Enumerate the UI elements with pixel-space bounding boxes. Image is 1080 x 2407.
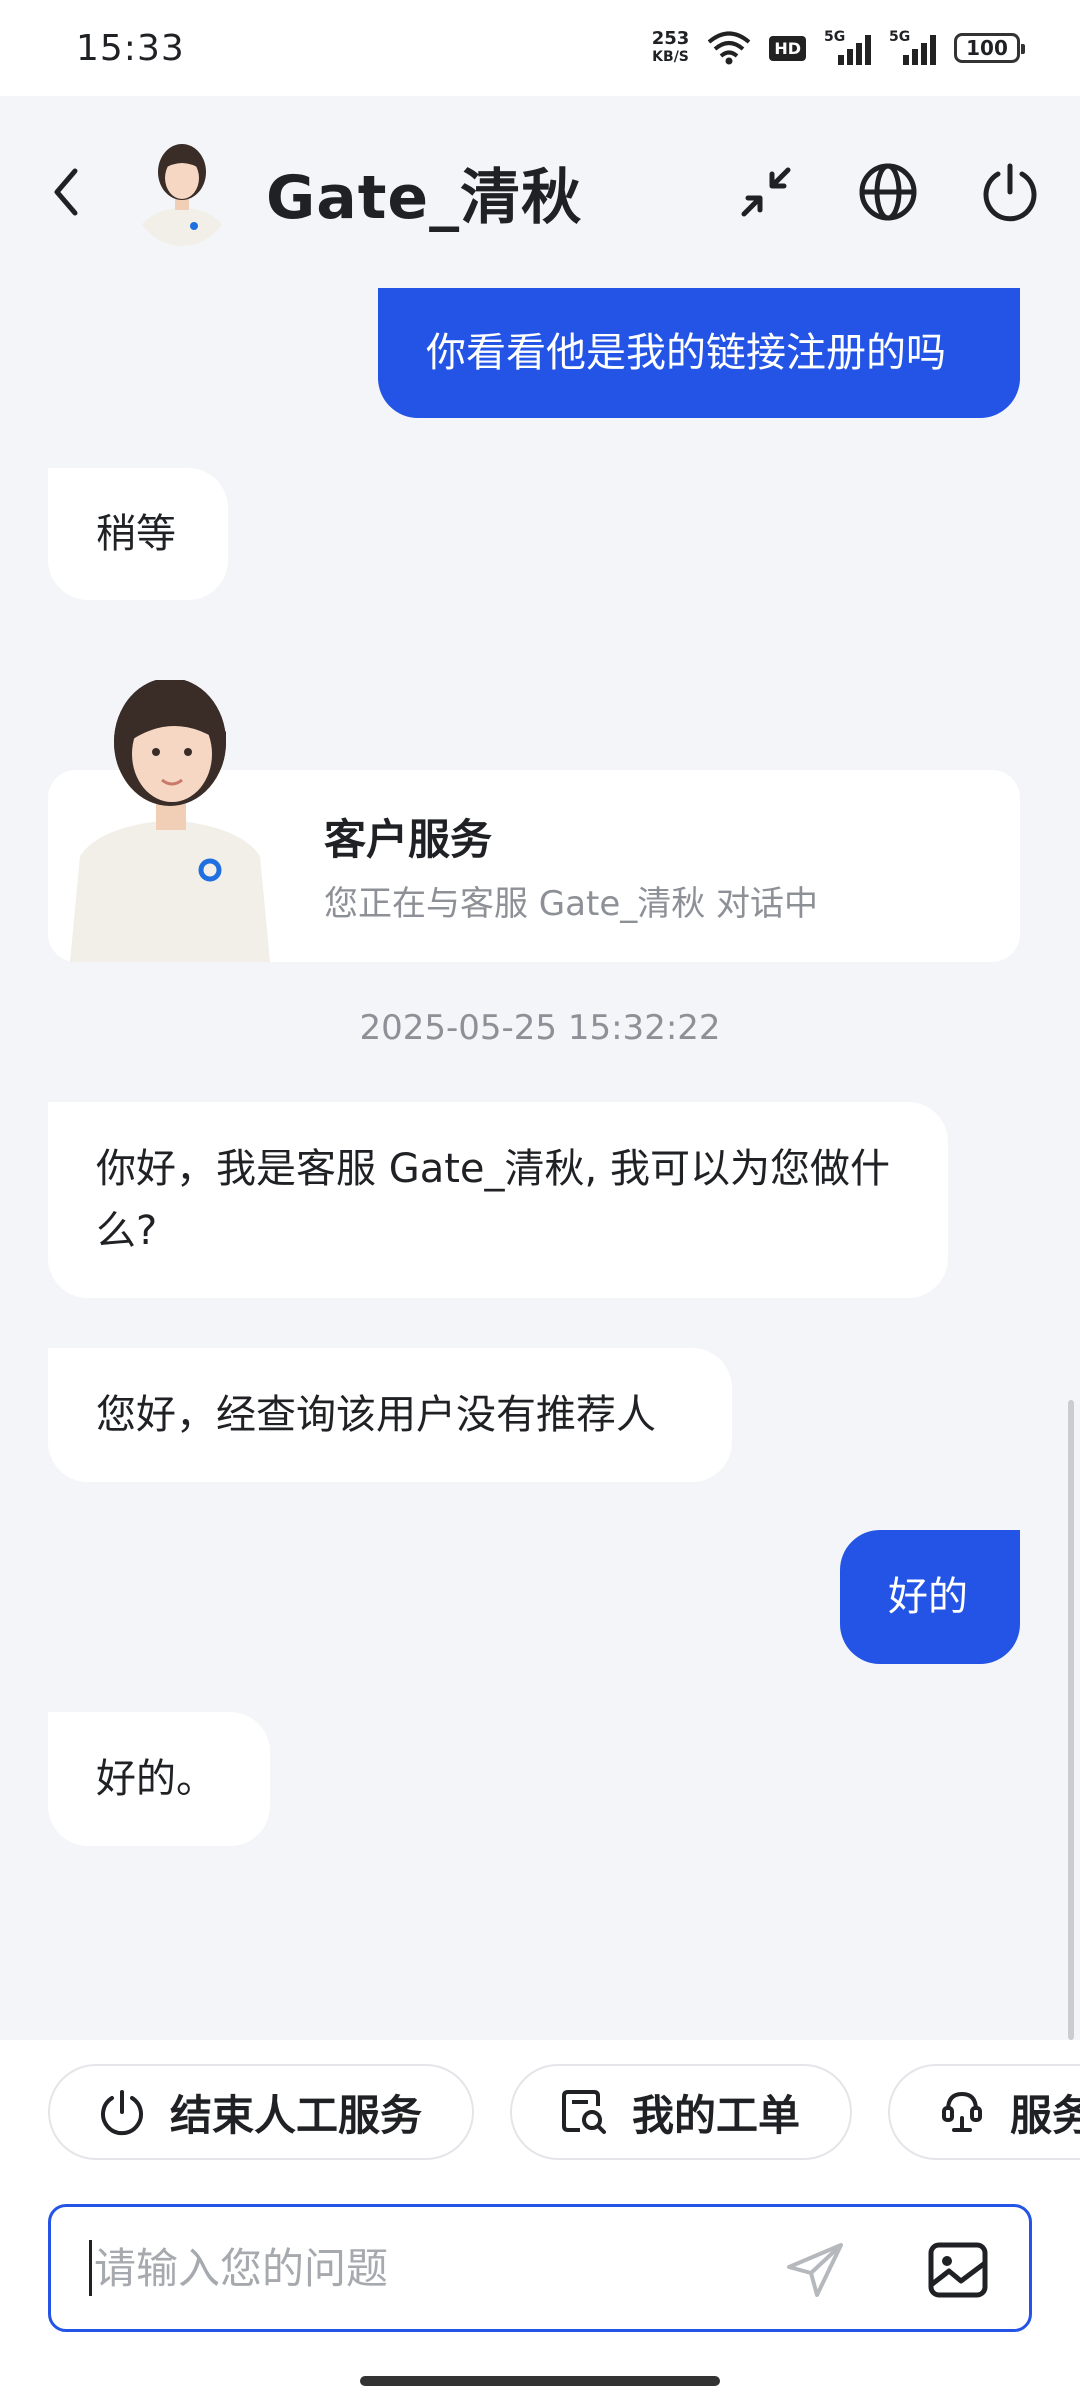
message-incoming: 你好，我是客服 Gate_清秋, 我可以为您做什么? [48,1102,948,1298]
status-bar: 15:33 253 KB/S HD 5G 5G 100 [0,0,1080,96]
message-text: 你好，我是客服 Gate_清秋, 我可以为您做什么? [96,1146,890,1254]
avatar [132,138,232,246]
power-icon [101,2090,143,2136]
battery-level: 100 [966,36,1008,60]
service-chip[interactable]: 服务 [888,2064,1080,2160]
minimize-button[interactable] [736,162,796,222]
quick-actions-bar: 结束人工服务 我的工单 服务 [0,2040,1080,2164]
my-tickets-chip[interactable]: 我的工单 [510,2064,852,2160]
send-button[interactable] [783,2237,849,2303]
power-icon [983,163,1037,222]
battery-icon: 100 [954,33,1025,63]
message-outgoing: 你看看他是我的链接注册的吗 [378,288,1020,418]
chat-title: Gate_清秋 [266,162,583,233]
image-icon [928,2242,988,2298]
header-actions [736,162,1040,222]
status-icons: 253 KB/S HD 5G 5G 100 [652,29,1025,66]
agent-card-subtitle: 您正在与客服 Gate_清秋 对话中 [324,884,819,924]
message-incoming: 好的。 [48,1712,270,1846]
globe-icon [859,163,917,221]
signal-label: 5G [889,29,911,45]
back-button[interactable] [40,166,92,218]
chip-label: 结束人工服务 [170,2090,423,2140]
service-icon [942,2091,982,2132]
message-input-box[interactable] [48,2204,1032,2332]
chip-label: 我的工单 [632,2090,801,2140]
message-timestamp: 2025-05-25 15:32:22 [359,1008,721,1048]
chat-scrollbar[interactable] [1068,1400,1074,2040]
message-text: 好的 [888,1574,968,1620]
end-human-service-chip[interactable]: 结束人工服务 [48,2064,474,2160]
agent-card-title: 客户服务 [324,815,493,864]
signal-icon-2: 5G [889,29,936,65]
language-button[interactable] [858,162,918,222]
ticket-search-icon [562,2090,606,2134]
agent-info-card: 客户服务 您正在与客服 Gate_清秋 对话中 [48,770,1020,962]
back-icon [54,168,78,216]
chat-area[interactable]: 你看看他是我的链接注册的吗 稍等 客户服务 您正在与客服 Gate_清秋 对话中 [0,288,1080,2040]
send-icon [787,2243,843,2297]
chip-label: 服务 [1010,2090,1080,2140]
message-incoming: 您好，经查询该用户没有推荐人 [48,1348,732,1482]
message-text: 你看看他是我的链接注册的吗 [426,330,946,376]
image-upload-button[interactable] [925,2237,991,2303]
signal-icon-1: 5G [824,29,871,65]
text-caret [89,2240,92,2296]
message-text: 您好，经查询该用户没有推荐人 [96,1392,656,1438]
net-speed-unit: KB/S [652,49,689,65]
signal-label: 5G [824,29,846,45]
message-text: 好的。 [96,1756,216,1802]
message-text: 稍等 [96,511,176,557]
chat-header: Gate_清秋 [0,96,1080,288]
message-input[interactable] [94,2243,734,2293]
message-incoming: 稍等 [48,468,228,600]
network-speed: 253 KB/S [652,30,690,66]
minimize-icon [741,167,791,217]
status-time: 15:33 [76,27,185,69]
wifi-icon [708,31,751,65]
hd-icon: HD [769,35,806,61]
end-session-button[interactable] [980,162,1040,222]
home-indicator[interactable] [360,2376,720,2386]
net-speed-value: 253 [651,28,690,49]
message-outgoing: 好的 [840,1530,1020,1664]
input-bar [0,2164,1080,2407]
